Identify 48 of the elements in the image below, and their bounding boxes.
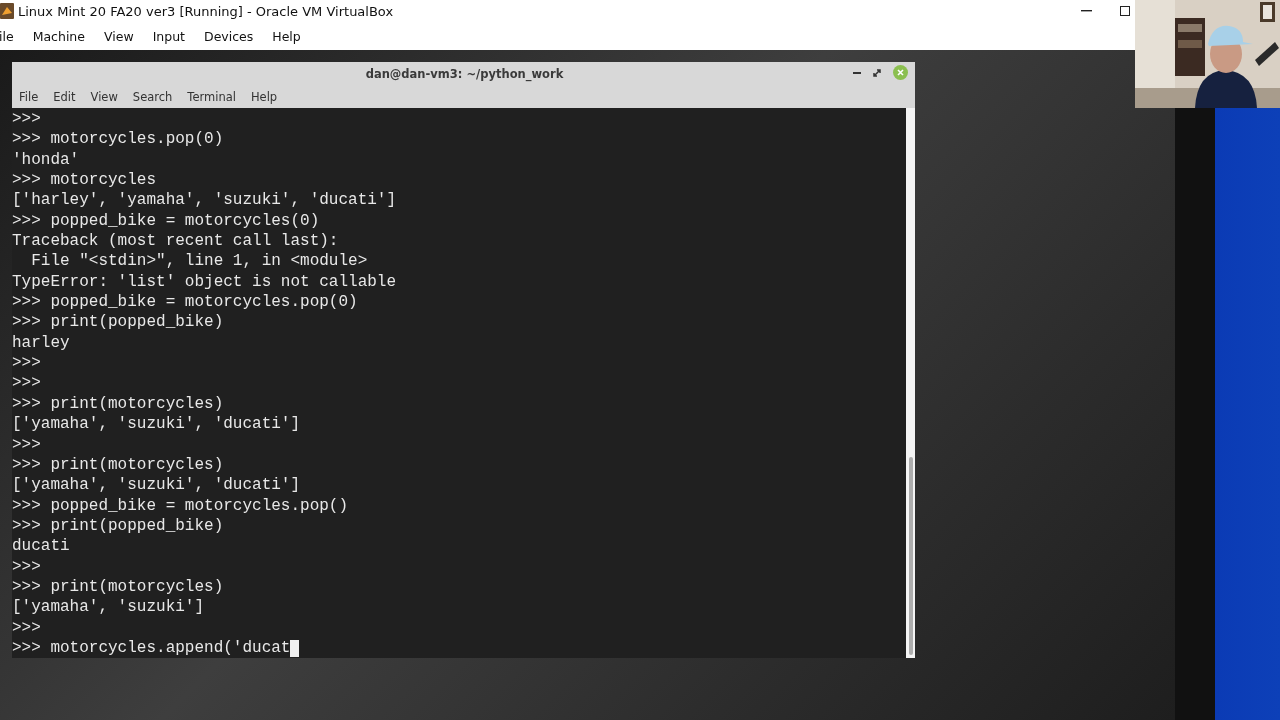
terminal-line: >>> motorcycles.append('ducat xyxy=(12,637,291,659)
terminal-line: >>> print(popped_bike) xyxy=(12,312,224,333)
terminal-line: >>> xyxy=(12,109,41,130)
terminal-line: >>> print(motorcycles) xyxy=(12,576,224,598)
menu-item[interactable]: Devices xyxy=(204,28,254,44)
menu-item[interactable]: View xyxy=(103,28,134,44)
menu-item[interactable]: File xyxy=(19,90,39,104)
menu-item[interactable]: Machine xyxy=(32,28,85,44)
terminal-line: ['harley', 'yamaha', 'suzuki', 'ducati'] xyxy=(12,190,397,211)
terminal-line: 'honda' xyxy=(12,149,80,171)
menu-item[interactable]: Search xyxy=(132,90,173,104)
terminal-line: >>> popped_bike = motorcycles.pop(0) xyxy=(12,292,358,313)
menu-item[interactable]: Edit xyxy=(53,90,76,104)
terminal-line: TypeError: 'list' object is not callable xyxy=(12,271,397,293)
terminal-line: harley xyxy=(12,332,70,354)
menu-item[interactable]: View xyxy=(90,90,118,104)
terminal-line: >>> motorcycles xyxy=(12,170,157,191)
menu-item[interactable]: ile xyxy=(0,28,14,44)
terminal-line: >>> print(motorcycles) xyxy=(12,393,224,415)
terminal-line: ducati xyxy=(12,536,70,557)
terminal-line: >>> xyxy=(12,373,41,394)
text-cursor xyxy=(290,639,300,657)
minimize-icon[interactable] xyxy=(853,71,861,74)
menu-item[interactable]: Input xyxy=(152,28,185,44)
terminal-line: File "<stdin>", line 1, in <module> xyxy=(30,251,368,272)
minimize-icon[interactable] xyxy=(1081,10,1092,12)
terminal-line: ['yamaha', 'suzuki', 'ducati'] xyxy=(12,414,301,435)
terminal-line: ['yamaha', 'suzuki', 'ducati'] xyxy=(12,475,301,496)
menu-item[interactable]: Help xyxy=(250,90,278,104)
terminal-line: >>> print(popped_bike) xyxy=(12,515,224,537)
terminal-line: >>> xyxy=(12,556,41,577)
window-title: Linux Mint 20 FA20 ver3 [Running] - Oracle VM VirtualBox xyxy=(18,3,394,19)
maximize-icon[interactable] xyxy=(1120,6,1130,16)
terminal-line: Traceback (most recent call last): xyxy=(12,231,339,252)
terminal-line: >>> xyxy=(12,617,41,638)
restore-icon[interactable] xyxy=(873,68,881,77)
terminal-line: ['yamaha', 'suzuki'] xyxy=(12,597,205,618)
terminal-title: dan@dan-vm3: ~/python_work xyxy=(365,67,564,81)
terminal-line: >>> print(motorcycles) xyxy=(12,454,224,476)
terminal-line: >>> xyxy=(12,353,41,374)
menu-item[interactable]: Help xyxy=(272,28,301,44)
terminal-line: >>> popped_bike = motorcycles.pop() xyxy=(12,495,349,516)
menu-item[interactable]: Terminal xyxy=(187,90,236,104)
terminal-line: >>> motorcycles.pop(0) xyxy=(12,129,224,150)
virtualbox-logo-icon xyxy=(0,3,14,19)
terminal-line: >>> xyxy=(12,434,41,455)
terminal-line: >>> popped_bike = motorcycles(0) xyxy=(12,210,320,232)
scrollbar[interactable] xyxy=(906,108,915,658)
